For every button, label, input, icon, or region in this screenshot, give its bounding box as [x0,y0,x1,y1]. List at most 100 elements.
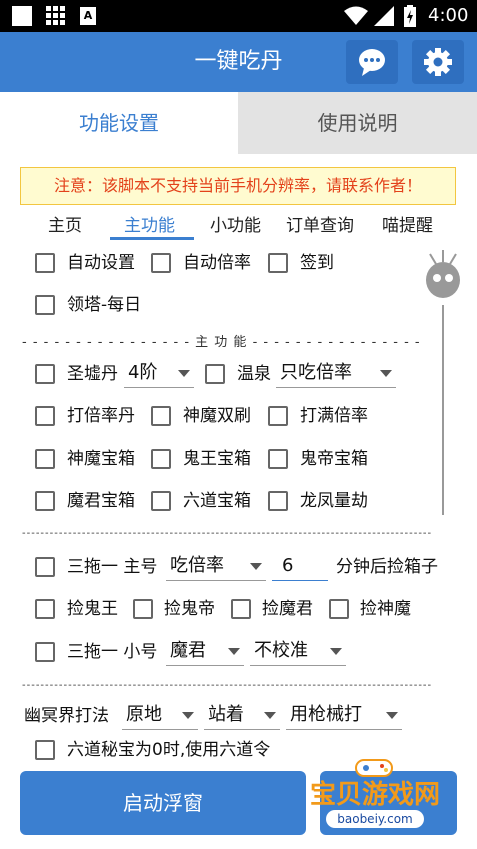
subtab-main-function[interactable]: 主功能 [124,212,175,240]
liudao-mibao-checkbox[interactable] [35,740,55,760]
longfeng-checkbox[interactable] [268,491,288,511]
daman-checkbox[interactable] [268,406,288,426]
start-float-window-button[interactable]: 启动浮窗 [20,771,306,835]
youming-position-value: 原地 [126,704,162,725]
dabei-label: 打倍率丹 [67,406,135,426]
bug-icon [426,250,460,298]
hotspring-mode-select[interactable]: 只吃倍率 [276,358,396,388]
youming-position-select[interactable]: 原地 [122,700,198,730]
guiwang-box-checkbox[interactable] [151,449,171,469]
pick-shenmo-checkbox[interactable] [329,599,349,619]
shengxu-level-select[interactable]: 4阶 [124,358,194,388]
tower-daily-label: 领塔-每日 [67,295,142,315]
tab-usage-guide[interactable]: 使用说明 [238,92,477,154]
mojun-box-label: 魔君宝箱 [67,491,135,511]
auto-rate-label: 自动倍率 [183,253,251,273]
gear-icon [424,48,452,76]
daman-label: 打满倍率 [300,406,368,426]
youming-weapon-value: 用枪械打 [290,704,362,725]
minutes-value: 6 [282,555,294,576]
guidi-box-checkbox[interactable] [268,449,288,469]
auto-settings-checkbox[interactable] [35,253,55,273]
section-divider: ----------------------------------------… [22,528,432,539]
dropdown-arrow-icon [182,712,194,719]
pick-guidi-label: 捡鬼帝 [164,599,215,619]
tab-function-settings[interactable]: 功能设置 [0,92,238,154]
section-divider-2: ----------------------------------------… [22,680,432,691]
tower-daily-checkbox[interactable] [35,295,55,315]
dropdown-arrow-icon [264,712,276,719]
mojun-box-checkbox[interactable] [35,491,55,511]
liudao-box-checkbox[interactable] [151,491,171,511]
santuo-main-value: 吃倍率 [170,555,224,576]
clock: 4:00 [428,5,469,26]
subtab-meow-reminder[interactable]: 喵提醒 [382,212,433,240]
youming-stance-value: 站着 [208,704,244,725]
shenmo-box-label: 神魔宝箱 [67,449,135,469]
pick-guidi-checkbox[interactable] [133,599,153,619]
chat-bubble-icon [359,49,385,76]
settings-button[interactable] [412,40,464,84]
battery-icon [404,5,416,27]
font-app-icon: A [80,7,96,25]
hotspring-label: 温泉 [237,364,271,384]
signin-checkbox[interactable] [268,253,288,273]
liudao-mibao-label: 六道秘宝为0时,使用六道令 [67,740,271,760]
signin-label: 签到 [300,253,334,273]
signal-icon [374,6,394,26]
calibration-select[interactable]: 不校准 [250,636,346,666]
subtab-small-function[interactable]: 小功能 [210,212,261,240]
youming-weapon-select[interactable]: 用枪械打 [286,700,402,730]
pick-guiwang-checkbox[interactable] [35,599,55,619]
santuo-main-select[interactable]: 吃倍率 [166,551,266,581]
hotspring-mode-value: 只吃倍率 [280,362,352,383]
tab-bar: 功能设置 使用说明 [0,92,477,154]
pick-guiwang-label: 捡鬼王 [67,599,118,619]
dropdown-arrow-icon [178,370,190,377]
notice-banner: 注意：该脚本不支持当前手机分辨率，请联系作者！ [20,167,456,205]
santuo-small-checkbox[interactable] [35,642,55,662]
gamepad-icon [355,759,393,777]
scroll-handle[interactable] [420,250,466,310]
grid-app-icon [46,6,66,26]
dropdown-arrow-icon [380,370,392,377]
small-target-value: 魔君 [170,640,206,661]
dropdown-arrow-icon [228,648,240,655]
app-bar: 一键吃丹 [0,32,477,92]
youming-label: 幽冥界打法 [24,706,109,726]
shenmo-box-checkbox[interactable] [35,449,55,469]
pick-mojun-checkbox[interactable] [231,599,251,619]
pick-shenmo-label: 捡神魔 [360,599,411,619]
guidi-box-label: 鬼帝宝箱 [300,449,368,469]
youming-stance-select[interactable]: 站着 [204,700,280,730]
longfeng-label: 龙凤量劫 [300,491,368,511]
hotspring-checkbox[interactable] [205,364,225,384]
watermark-name: 宝贝游戏网 [309,780,440,810]
shengxu-checkbox[interactable] [35,364,55,384]
pick-mojun-label: 捡魔君 [262,599,313,619]
shengxu-label: 圣墟丹 [67,364,118,384]
subtab-order-query[interactable]: 订单查询 [286,212,354,240]
dropdown-arrow-icon [330,648,342,655]
dabei-checkbox[interactable] [35,406,55,426]
shenmo-double-checkbox[interactable] [151,406,171,426]
santuo-main-label: 三拖一 主号 [67,557,158,577]
guiwang-box-label: 鬼王宝箱 [183,449,251,469]
wifi-icon [344,6,368,26]
shenmo-double-label: 神魔双刷 [183,406,251,426]
auto-rate-checkbox[interactable] [151,253,171,273]
status-bar: A 4:00 [0,0,477,32]
minutes-input[interactable]: 6 [272,551,328,581]
message-button[interactable] [346,40,398,84]
main-function-divider: - - - - - - - - - - - - - - - - 主 功 能 - … [22,335,421,350]
santuo-main-checkbox[interactable] [35,557,55,577]
after-minutes-label: 分钟后捡箱子 [336,557,438,577]
shengxu-level-value: 4阶 [128,362,158,383]
subtab-active-indicator [110,237,194,240]
small-target-select[interactable]: 魔君 [166,636,244,666]
subtab-home[interactable]: 主页 [48,212,82,240]
notification-square-icon [12,6,32,26]
app-title: 一键吃丹 [194,49,283,74]
santuo-small-label: 三拖一 小号 [67,642,158,662]
watermark: 宝贝游戏网 baobeiy.com [300,752,450,832]
